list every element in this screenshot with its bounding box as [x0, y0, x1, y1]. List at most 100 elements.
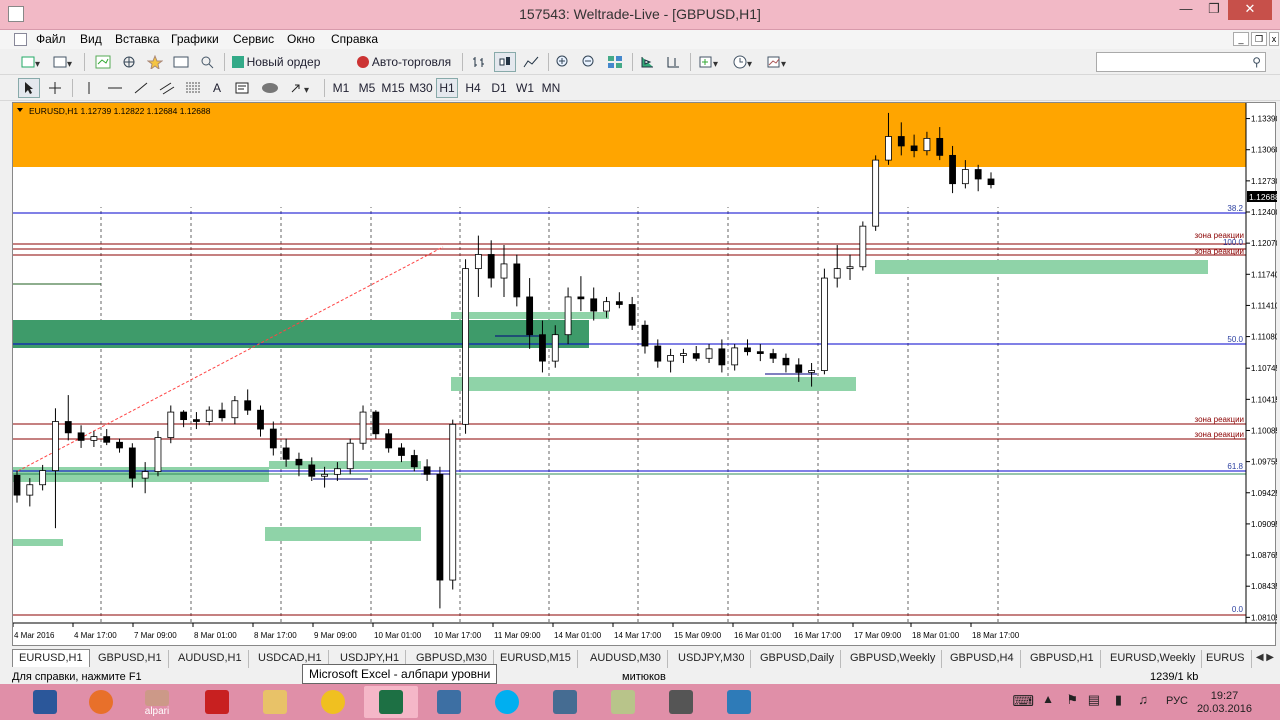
status-help: Для справки, нажмите F1	[12, 671, 142, 683]
new-order-button[interactable]: Новый ордер	[230, 52, 322, 72]
price-chart[interactable]: 38.2100.050.061.80.0зона реакциизона реа…	[13, 103, 1277, 647]
navigator-icon[interactable]	[118, 52, 140, 72]
timeframe-m15[interactable]: M15	[380, 78, 406, 98]
chart-window[interactable]: 38.2 100.0 50.0 61.8 0.0 зона реакции зона реа…	[12, 102, 1277, 647]
menu-file[interactable]: Файл	[36, 32, 66, 46]
taskbar-media-player[interactable]	[74, 686, 128, 718]
chart-tab[interactable]: GBPUSD,Daily	[754, 650, 841, 668]
minimize-button[interactable]: —	[1172, 0, 1200, 20]
battery-icon[interactable]: ▮	[1115, 692, 1122, 708]
chart-shift-button[interactable]	[662, 52, 684, 72]
tab-scroll-arrows-icon[interactable]: ◀ ▶	[1256, 652, 1274, 663]
price-tick-label: 1.08435	[1251, 582, 1277, 591]
line-chart-button[interactable]	[520, 52, 542, 72]
periods-button[interactable]: ▾	[730, 52, 758, 72]
taskbar-remote[interactable]	[712, 686, 766, 718]
timeframe-m5[interactable]: M5	[356, 78, 378, 98]
close-button[interactable]: ✕	[1228, 0, 1272, 20]
menu-insert[interactable]: Вставка	[115, 32, 160, 46]
menu-charts[interactable]: Графики	[171, 32, 219, 46]
chart-tab[interactable]: EURUSD,Weekly	[1104, 650, 1203, 668]
volume-icon[interactable]: ♫	[1138, 692, 1148, 707]
mdi-close-button[interactable]: x	[1269, 32, 1279, 46]
market-watch-icon[interactable]	[92, 52, 114, 72]
candle-body	[551, 334, 559, 362]
chart-tab[interactable]: GBPUSD,H1	[92, 650, 169, 668]
channel-tool[interactable]	[156, 78, 178, 98]
label-tool[interactable]	[232, 78, 254, 98]
fibonacci-tool[interactable]	[182, 78, 204, 98]
taskbar-excel[interactable]	[364, 686, 418, 718]
zoom-out-button[interactable]	[578, 52, 600, 72]
chart-window-icon	[14, 33, 27, 46]
chart-tab[interactable]: AUDUSD,M30	[584, 650, 668, 668]
auto-trading-button[interactable]: Авто-торговля	[354, 52, 454, 72]
mdi-restore-button[interactable]: ❐	[1251, 32, 1267, 46]
favorites-icon[interactable]	[144, 52, 166, 72]
price-tick-label: 1.10415	[1251, 395, 1277, 404]
zoom-in-button[interactable]	[552, 52, 574, 72]
language-indicator[interactable]: РУС	[1166, 695, 1188, 707]
taskbar-explorer[interactable]	[248, 686, 302, 718]
chart-tab[interactable]: EURUS	[1200, 650, 1252, 668]
tile-windows-button[interactable]	[604, 52, 626, 72]
flag-icon[interactable]: ⚑	[1066, 692, 1078, 708]
text-tool[interactable]: A	[208, 78, 226, 98]
price-tick-label: 1.10745	[1251, 364, 1277, 373]
taskbar-alpari[interactable]: alpari	[130, 686, 184, 718]
taskbar-metatrader[interactable]	[538, 686, 592, 718]
network-icon[interactable]: ▤	[1088, 692, 1100, 708]
taskbar-camera[interactable]	[654, 686, 708, 718]
vertical-line-tool[interactable]	[80, 78, 98, 98]
tray-arrow-icon[interactable]: ▲	[1042, 692, 1054, 706]
chart-tab[interactable]: USDJPY,M30	[672, 650, 752, 668]
taskbar-skype[interactable]	[480, 686, 534, 718]
taskbar-word[interactable]	[18, 686, 72, 718]
chart-tab[interactable]: GBPUSD,H1	[1024, 650, 1101, 668]
menu-tools[interactable]: Сервис	[233, 32, 274, 46]
arrows-tool[interactable]: ▾	[286, 78, 316, 98]
taskbar-screen-app[interactable]	[422, 686, 476, 718]
timeframe-h1[interactable]: H1	[436, 78, 458, 98]
templates-button[interactable]: ▾	[764, 52, 792, 72]
candle-body	[897, 136, 905, 147]
tester-icon[interactable]	[196, 52, 218, 72]
timeframe-mn[interactable]: MN	[540, 78, 562, 98]
cursor-tool[interactable]	[18, 78, 40, 98]
profiles-button[interactable]: ▾	[50, 52, 78, 72]
timeframe-m30[interactable]: M30	[408, 78, 434, 98]
chart-tab[interactable]: EURUSD,H1	[12, 649, 90, 667]
keyboard-icon[interactable]: ⌨	[1012, 692, 1034, 710]
candlestick-chart-button[interactable]	[494, 52, 516, 72]
taskbar-notes[interactable]	[596, 686, 650, 718]
timeframe-h4[interactable]: H4	[462, 78, 484, 98]
chart-tab[interactable]: GBPUSD,H4	[944, 650, 1021, 668]
shapes-tool[interactable]	[258, 78, 282, 98]
menu-help[interactable]: Справка	[331, 32, 378, 46]
chart-tab[interactable]: EURUSD,M15	[494, 650, 578, 668]
skype-icon	[495, 690, 519, 714]
timeframe-d1[interactable]: D1	[488, 78, 510, 98]
horizontal-line-tool[interactable]	[104, 78, 126, 98]
bar-chart-button[interactable]	[468, 52, 490, 72]
taskbar-app-red[interactable]	[190, 686, 244, 718]
indicators-button[interactable]: ▾	[696, 52, 724, 72]
menu-view[interactable]: Вид	[80, 32, 102, 46]
terminal-icon[interactable]	[170, 52, 192, 72]
timeframe-m1[interactable]: M1	[330, 78, 352, 98]
mdi-minimize-button[interactable]: _	[1233, 32, 1249, 46]
crosshair-tool[interactable]	[44, 78, 66, 98]
excel-icon	[379, 690, 403, 714]
taskbar-bolt-app[interactable]	[306, 686, 360, 718]
chart-tab[interactable]: GBPUSD,Weekly	[844, 650, 943, 668]
clock[interactable]: 19:27 20.03.2016	[1197, 690, 1252, 716]
chart-tab[interactable]: AUDUSD,H1	[172, 650, 249, 668]
trendline-tool[interactable]	[130, 78, 152, 98]
candle-body	[231, 400, 239, 419]
maximize-button[interactable]: ❐	[1200, 0, 1228, 20]
menu-window[interactable]: Окно	[287, 32, 315, 46]
search-input[interactable]: ⚲	[1096, 52, 1266, 72]
auto-scroll-button[interactable]	[636, 52, 658, 72]
timeframe-w1[interactable]: W1	[514, 78, 536, 98]
new-chart-button[interactable]: ▾	[18, 52, 46, 72]
